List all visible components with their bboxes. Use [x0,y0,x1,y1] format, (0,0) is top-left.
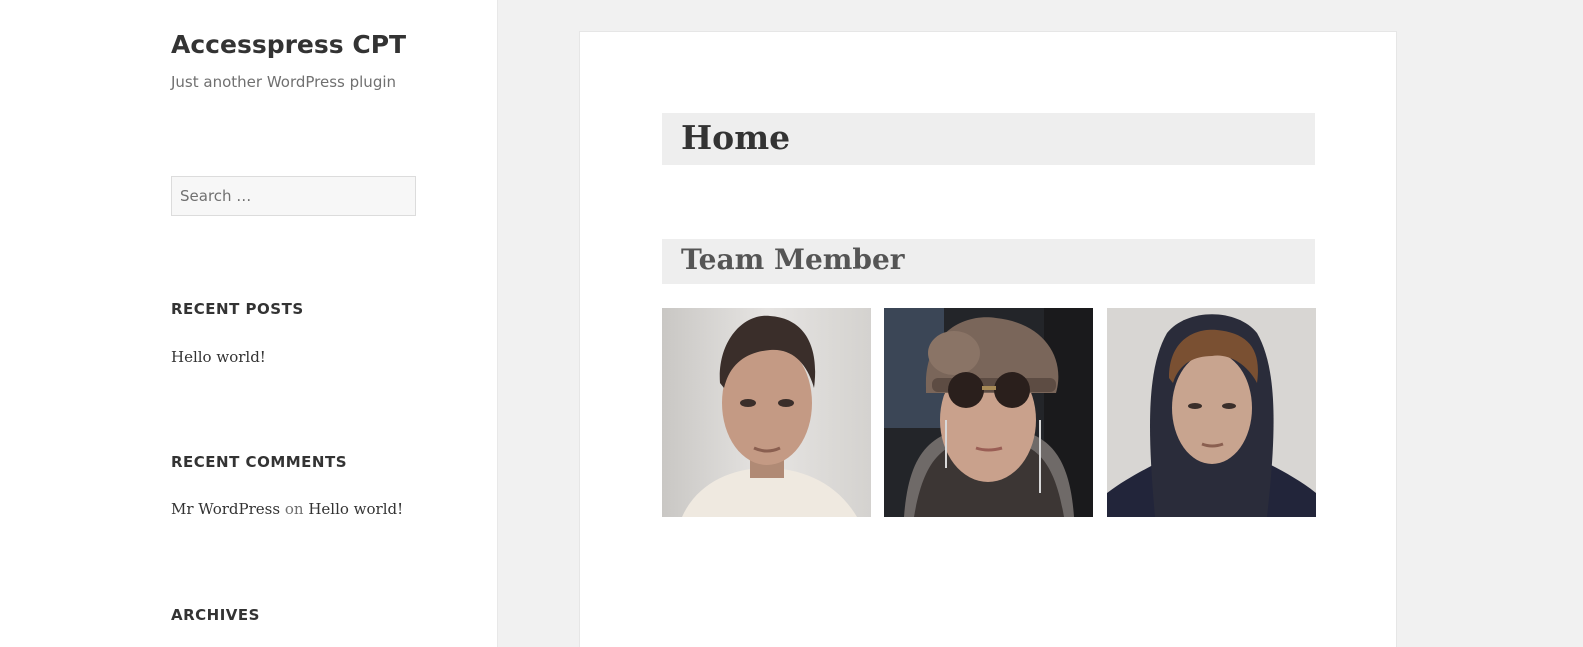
woman-with-hat-portrait-icon [884,308,1093,517]
search-input[interactable] [171,176,416,216]
recent-posts-title: RECENT POSTS [171,300,304,318]
recent-comments-title: RECENT COMMENTS [171,453,348,471]
archives-title: ARCHIVES [171,606,260,624]
page: Accesspress CPT Just another WordPress p… [0,0,1583,647]
recent-post-link[interactable]: Hello world! [171,348,266,366]
comment-author-link[interactable]: Mr WordPress [171,500,280,518]
page-title: Home [681,118,791,157]
sidebar: Accesspress CPT Just another WordPress p… [0,0,498,647]
man-in-hood-portrait-icon [1107,308,1316,517]
comment-post-link[interactable]: Hello world! [308,500,403,518]
team-member-photo-3[interactable] [1107,308,1316,517]
site-description: Just another WordPress plugin [171,73,397,91]
team-member-photo-2[interactable] [884,308,1093,517]
recent-comment-item: Mr WordPress on Hello world! [171,500,403,518]
comment-connector: on [284,500,304,518]
section-title: Team Member [681,243,905,276]
site-title[interactable]: Accesspress CPT [171,30,406,59]
man-portrait-icon [662,308,871,517]
team-member-photo-1[interactable] [662,308,871,517]
recent-posts-list: Hello world! [171,348,266,366]
